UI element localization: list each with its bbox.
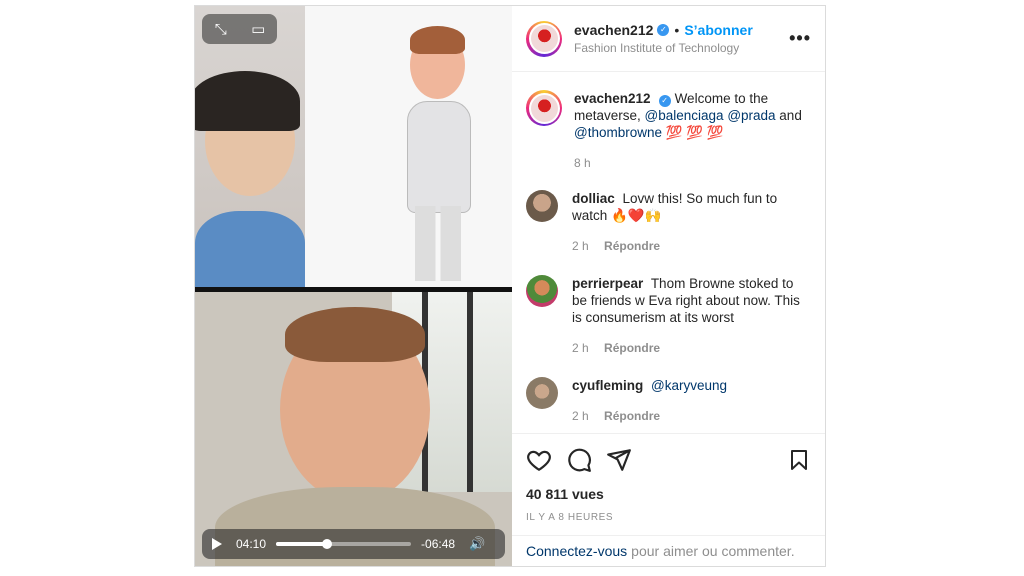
caption-username[interactable]: evachen212 xyxy=(574,91,651,106)
woman-shirt xyxy=(195,211,305,287)
view-count: 40 811 vues xyxy=(526,486,604,502)
login-text: pour aimer ou commenter. xyxy=(631,543,795,559)
video-top-pane xyxy=(195,6,512,287)
comment-item: perrierpear Thom Browne stoked to be fri… xyxy=(526,275,811,357)
location-link[interactable]: Fashion Institute of Technology xyxy=(574,41,789,55)
mention-link[interactable]: @thombrowne xyxy=(574,125,662,140)
heart-icon[interactable] xyxy=(526,447,552,473)
post-side-panel: evachen212 ✓ • S’abonner Fashion Institu… xyxy=(512,6,825,566)
comments-list: evachen212 ✓ Welcome to the metaverse, @ba… xyxy=(512,72,825,433)
follow-button[interactable]: S’abonner xyxy=(684,22,752,38)
mention-link[interactable]: @balenciaga xyxy=(645,108,724,123)
reply-button[interactable]: Répondre xyxy=(604,239,660,253)
comment-icon[interactable] xyxy=(566,447,592,473)
reply-button[interactable]: Répondre xyxy=(604,341,660,355)
comment-username[interactable]: perrierpear xyxy=(572,276,643,291)
avatar-hair xyxy=(410,26,465,54)
header-username[interactable]: evachen212 xyxy=(574,22,653,38)
comment-avatar[interactable] xyxy=(526,275,558,307)
caption-time: 8 h xyxy=(574,156,591,170)
caption: evachen212 ✓ Welcome to the metaverse, @ba… xyxy=(526,90,811,172)
comment-avatar[interactable] xyxy=(526,377,558,409)
remaining-time: -06:48 xyxy=(421,537,456,551)
login-prompt: Connectez-vous pour aimer ou commenter. xyxy=(512,535,825,566)
verified-icon: ✓ xyxy=(658,95,671,107)
avatar-suit xyxy=(407,101,471,213)
post-timestamp: IL Y A 8 HEURES xyxy=(526,512,614,523)
mention-link[interactable]: @prada xyxy=(727,108,775,123)
comment-username[interactable]: dolliac xyxy=(572,191,615,206)
caption-and: and xyxy=(775,108,802,123)
comment-username[interactable]: cyufleming xyxy=(572,378,643,393)
comment-item: cyufleming @karyveung 2 h Répondre xyxy=(526,377,811,425)
man-hair xyxy=(285,307,425,362)
woman-hair xyxy=(195,71,300,131)
expand-icon[interactable]: ⤡ xyxy=(210,21,232,38)
comment-time: 2 h xyxy=(572,409,589,423)
elapsed-time: 04:10 xyxy=(236,537,267,551)
comment-time: 2 h xyxy=(572,341,589,355)
caption-meta: 8 h xyxy=(574,155,811,172)
bookmark-icon[interactable] xyxy=(787,448,811,472)
mention-link[interactable]: @karyveung xyxy=(651,378,727,393)
post-actions: 40 811 vues IL Y A 8 HEURES xyxy=(512,433,825,535)
volume-icon[interactable]: 🔊 xyxy=(469,536,485,552)
instagram-post: ⤡ ▭ 04:10 -06:48 🔊 evachen212 ✓ • S’abon… xyxy=(194,5,826,567)
video-controls: 04:10 -06:48 🔊 xyxy=(202,529,505,559)
video-bottom-pane xyxy=(195,292,512,566)
more-options-icon[interactable]: ••• xyxy=(789,28,811,49)
caption-emojis: 💯 💯 💯 xyxy=(662,125,724,140)
share-icon[interactable] xyxy=(606,447,632,473)
post-header: evachen212 ✓ • S’abonner Fashion Institu… xyxy=(512,6,825,72)
avatar[interactable] xyxy=(526,20,562,57)
progress-fill xyxy=(276,542,328,546)
reply-button[interactable]: Répondre xyxy=(604,409,660,423)
separator-dot: • xyxy=(674,22,680,38)
play-icon[interactable] xyxy=(212,538,222,550)
verified-icon: ✓ xyxy=(657,24,670,36)
progress-scrubber[interactable] xyxy=(276,539,412,549)
login-link[interactable]: Connectez-vous xyxy=(526,543,627,559)
avatar-legs xyxy=(415,206,461,281)
comment-item: dolliac Lovw this! So much fun to watch … xyxy=(526,190,811,255)
picture-in-picture-icon[interactable]: ▭ xyxy=(247,20,269,38)
video-top-controls: ⤡ ▭ xyxy=(202,14,277,44)
comment-avatar[interactable] xyxy=(526,190,558,222)
progress-knob[interactable] xyxy=(322,539,333,549)
caption-avatar[interactable] xyxy=(526,90,562,126)
comment-time: 2 h xyxy=(572,239,589,253)
video-player[interactable]: ⤡ ▭ 04:10 -06:48 🔊 xyxy=(195,6,512,566)
